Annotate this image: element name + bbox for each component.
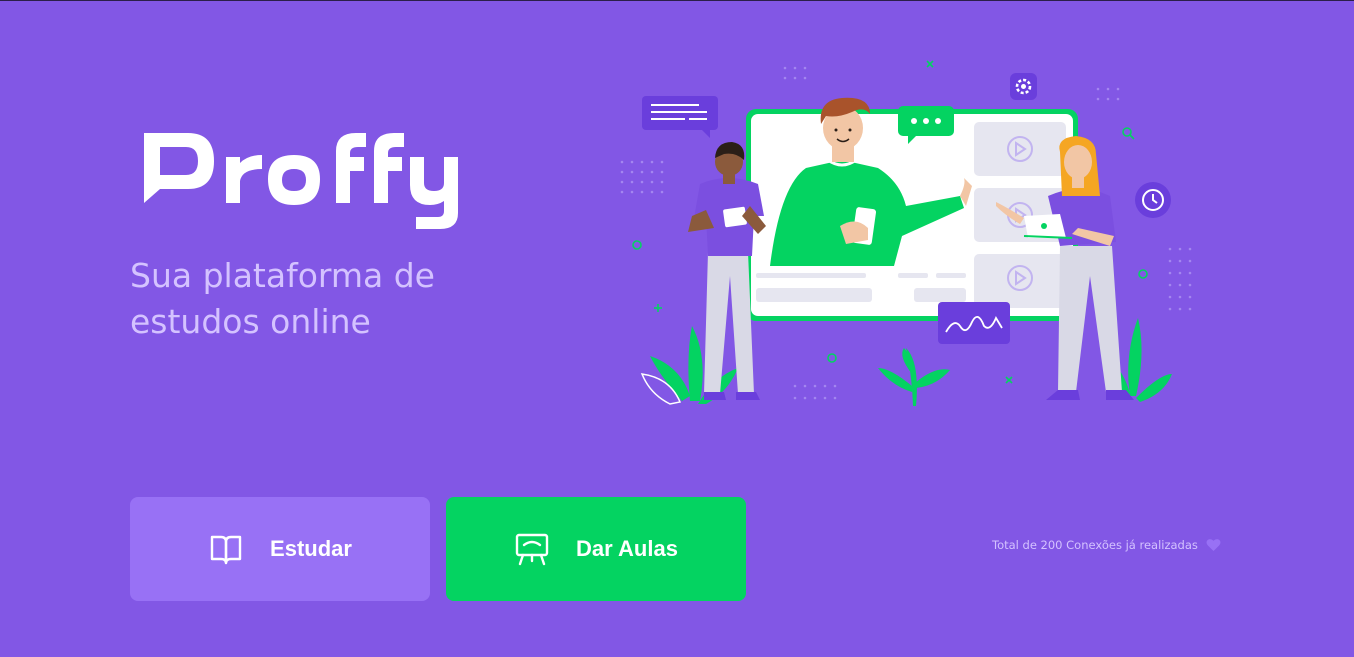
- total-connections-text: Total de 200 Conexões já realizadas: [992, 538, 1198, 552]
- chat-bubble-icon: [642, 96, 718, 138]
- chart-card: [938, 302, 1010, 344]
- give-classes-button-label: Dar Aulas: [576, 536, 678, 561]
- book-open-icon: [208, 531, 244, 567]
- clock-icon: [1135, 182, 1171, 218]
- total-connections: Total de 200 Conexões já realizadas: [992, 538, 1221, 552]
- give-classes-button[interactable]: Dar Aulas: [446, 497, 746, 601]
- plant-middle: [878, 348, 950, 406]
- brand-block: Sua plataforma de estudos online: [130, 129, 550, 345]
- gear-icon: [1010, 73, 1037, 100]
- heart-icon: [1206, 538, 1221, 552]
- tagline: Sua plataforma de estudos online: [130, 256, 435, 341]
- study-button-label: Estudar: [270, 536, 352, 561]
- proffy-logo: [144, 133, 458, 229]
- presentation-board-icon: [514, 531, 550, 567]
- study-button[interactable]: Estudar: [130, 497, 430, 601]
- hero-illustration: [620, 60, 1192, 406]
- landing-page: Sua plataforma de estudos online Estudar…: [0, 0, 1354, 657]
